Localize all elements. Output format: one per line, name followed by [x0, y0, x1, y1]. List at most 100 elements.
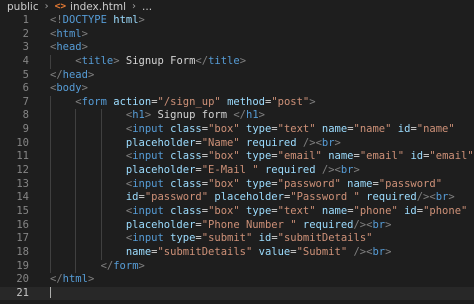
indent-guide [50, 204, 51, 219]
chevron-right-icon: › [132, 1, 137, 12]
breadcrumb-more[interactable]: ... [142, 0, 152, 14]
html-file-icon: <> [54, 1, 67, 12]
line-number: 4 [22, 54, 29, 67]
code-line[interactable]: 17 <input type="submit" id="submitDetail… [0, 232, 474, 246]
code-line[interactable]: 15 <input class="box" type="text" name="… [0, 204, 474, 219]
line-number: 17 [16, 232, 29, 245]
indent-guide [100, 109, 102, 124]
indent-guide [75, 191, 77, 205]
indent-guide [50, 177, 51, 192]
indent-guide [75, 245, 77, 260]
line-number: 8 [22, 109, 29, 122]
code-editor[interactable]: 1 <!DOCTYPE html> 2 <html> 3 <head> 4 <title> … [0, 14, 474, 304]
code-text: <h1> Signup form </h1> [125, 109, 265, 122]
indent-guide [50, 95, 51, 110]
code-text: <input class="box" type="email" name="em… [125, 150, 474, 163]
line-number: 15 [16, 204, 29, 217]
code-line[interactable]: 1 <!DOCTYPE html> [0, 14, 474, 28]
code-text: placeholder="E-Mail " required /><br> [125, 164, 360, 177]
code-line[interactable]: 21 [0, 286, 474, 301]
indent-guide [100, 191, 102, 205]
line-number: 2 [22, 27, 29, 40]
code-line[interactable]: 6 <body> [0, 82, 474, 96]
code-line[interactable]: 9 <input class="box" type="text" name="n… [0, 123, 474, 137]
indent-guide [50, 218, 51, 233]
breadcrumb: public › <> index.html › ... [0, 0, 474, 14]
indent-guide [50, 109, 51, 124]
code-text: <body> [50, 82, 88, 95]
code-line[interactable]: 10 placeholder="Name" required /><br> [0, 136, 474, 151]
indent-guide [100, 218, 102, 233]
code-text: <head> [50, 41, 88, 54]
chevron-right-icon: › [44, 1, 49, 12]
code-line[interactable]: 19 </form> [0, 259, 474, 274]
indent-guide [75, 177, 77, 192]
code-text: </form> [100, 259, 145, 272]
code-line[interactable]: 4 <title> Signup Form</title> [0, 54, 474, 69]
code-text: <title> Signup Form</title> [75, 54, 247, 67]
indent-guide [50, 123, 51, 137]
line-number: 3 [22, 41, 29, 54]
code-line[interactable]: 11 <input class="box" type="email" name=… [0, 150, 474, 165]
indent-guide [75, 164, 77, 178]
line-number: 19 [16, 259, 29, 272]
line-number: 18 [16, 245, 29, 258]
indent-guide [50, 191, 51, 205]
breadcrumb-file[interactable]: index.html [70, 0, 126, 14]
indent-guide [75, 232, 77, 246]
indent-guide [50, 164, 51, 178]
line-number: 6 [22, 82, 29, 95]
code-text: <!DOCTYPE html> [50, 14, 145, 26]
code-line[interactable]: 3 <head> [0, 41, 474, 55]
code-text: <html> [50, 27, 88, 40]
indent-guide [100, 204, 102, 219]
code-text: placeholder="Name" required /><br> [125, 136, 341, 149]
indent-guide [75, 136, 77, 151]
code-line[interactable]: 20 </html> [0, 273, 474, 287]
code-line[interactable]: 8 <h1> Signup form </h1> [0, 109, 474, 124]
line-number: 13 [16, 177, 29, 190]
code-line[interactable]: 5 </head> [0, 69, 474, 83]
code-text: <form action="/sign_up" method="post"> [75, 95, 316, 108]
indent-guide [100, 177, 102, 192]
line-number: 21 [16, 286, 29, 299]
indent-guide [50, 245, 51, 260]
indent-guide [100, 164, 102, 178]
indent-guide [50, 54, 51, 69]
code-line[interactable]: 12 placeholder="E-Mail " required /><br> [0, 164, 474, 178]
line-number: 11 [16, 150, 29, 163]
indent-guide [75, 123, 77, 137]
code-text: <input class="box" type="password" name=… [125, 177, 443, 190]
code-line[interactable]: 16 placeholder="Phone Number " required/… [0, 218, 474, 233]
line-number: 16 [16, 218, 29, 231]
code-text: <input type="submit" id="submitDetails" [125, 232, 373, 245]
code-text: <input class="box" type="text" name="pho… [125, 204, 468, 217]
indent-guide [100, 123, 102, 137]
indent-guide [100, 245, 102, 260]
code-line[interactable]: 13 <input class="box" type="password" na… [0, 177, 474, 192]
line-number: 7 [22, 95, 29, 108]
indent-guide [100, 232, 102, 246]
code-line[interactable]: 14 id="password" placeholder="Password "… [0, 191, 474, 205]
code-line[interactable]: 7 <form action="/sign_up" method="post"> [0, 95, 474, 110]
line-number: 12 [16, 164, 29, 177]
indent-guide [50, 150, 51, 165]
line-number: 10 [16, 136, 29, 149]
indent-guide [50, 136, 51, 151]
breadcrumb-folder[interactable]: public [7, 0, 39, 14]
indent-guide [50, 259, 51, 274]
code-text: <input class="box" type="text" name="nam… [125, 123, 455, 136]
code-text [50, 287, 51, 301]
indent-guide [100, 150, 102, 165]
indent-guide [75, 259, 77, 274]
code-line[interactable]: 18 name="submitDetails" value="Submit" /… [0, 245, 474, 260]
line-number: 5 [22, 68, 29, 81]
code-line[interactable]: 2 <html> [0, 28, 474, 42]
line-number: 1 [22, 14, 29, 26]
indent-guide [75, 218, 77, 233]
line-number: 20 [16, 273, 29, 286]
indent-guide [50, 232, 51, 246]
code-text: </head> [50, 68, 95, 81]
code-text: id="password" placeholder="Password " re… [125, 191, 455, 204]
indent-guide [75, 109, 77, 124]
